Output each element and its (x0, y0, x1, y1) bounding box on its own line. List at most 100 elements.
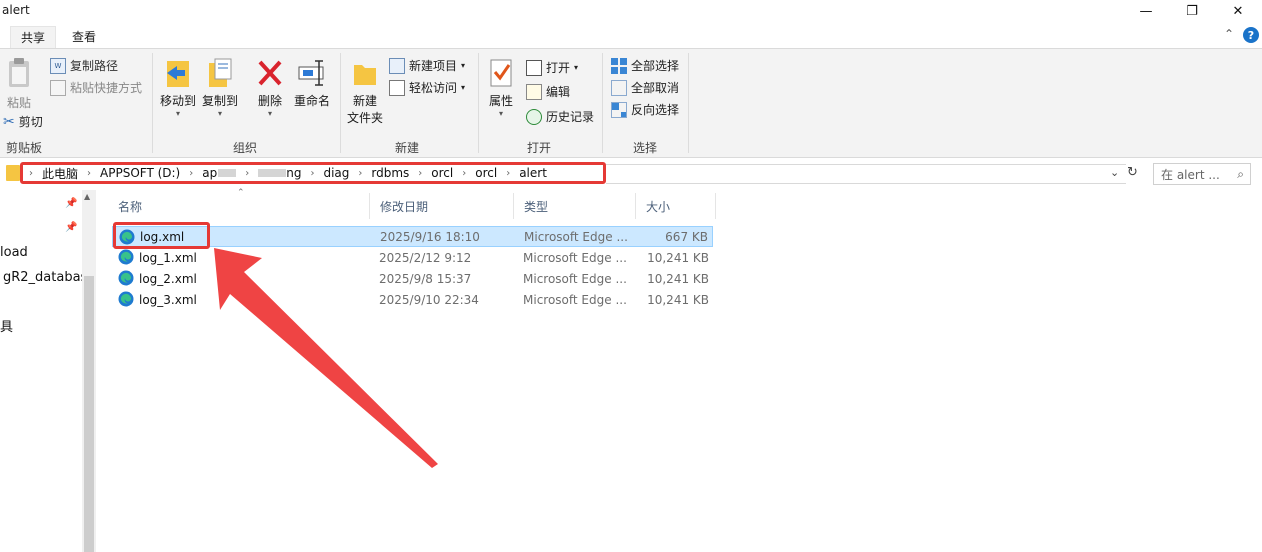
pin-icon: 📌 (65, 198, 78, 209)
search-icon[interactable]: ⌕ (1237, 167, 1244, 182)
cut-label: 剪切 (18, 115, 43, 129)
open-button[interactable]: 打开 ▾ (526, 59, 578, 76)
column-header-size[interactable]: 大小 (636, 193, 716, 219)
nav-item-database[interactable]: gR2_database (3, 270, 82, 285)
cut-button[interactable]: ✂ 剪切 (3, 113, 43, 130)
rename-button[interactable]: 重命名 (292, 57, 332, 109)
edit-button[interactable]: 编辑 (526, 83, 570, 100)
crumb-orcl-1[interactable]: orcl (431, 166, 453, 180)
select-all-button[interactable]: 全部选择 (611, 57, 679, 74)
help-icon[interactable]: ? (1243, 27, 1259, 43)
chevron-right-icon: › (358, 167, 363, 179)
new-folder-button[interactable]: 新建 文件夹 (346, 57, 384, 126)
move-to-label: 移动到 (159, 94, 196, 108)
invert-selection-button[interactable]: 反向选择 (611, 101, 679, 118)
move-to-button[interactable]: 移动到 ▾ (158, 57, 198, 118)
file-type: Microsoft Edge ... (523, 271, 627, 286)
copy-path-button[interactable]: W 复制路径 (50, 57, 118, 74)
rename-label: 重命名 (293, 94, 330, 108)
chevron-down-icon: ▾ (498, 109, 503, 118)
chevron-right-icon: › (87, 167, 92, 179)
file-size: 10,241 KB (647, 250, 709, 265)
crumb-rdbms[interactable]: rdbms (371, 166, 409, 180)
file-size: 10,241 KB (647, 271, 709, 286)
restore-button[interactable]: ❐ (1169, 0, 1215, 22)
nav-item-load[interactable]: load (0, 245, 28, 260)
copy-folder-icon (209, 58, 232, 87)
history-button[interactable]: 历史记录 (526, 108, 594, 125)
file-type: Microsoft Edge ... (523, 250, 627, 265)
nav-scroll-thumb[interactable] (84, 276, 94, 552)
window-title: alert (2, 3, 30, 17)
scroll-up-icon[interactable]: ▲ (84, 192, 90, 201)
file-size: 667 KB (665, 229, 708, 244)
edit-pencil-icon (526, 83, 542, 100)
new-folder-label-1: 新建 (352, 94, 377, 108)
group-divider (688, 53, 689, 153)
select-group-label: 选择 (633, 141, 658, 155)
column-header-date[interactable]: 修改日期 (370, 193, 514, 219)
edge-file-icon (118, 249, 134, 265)
chevron-right-icon: › (29, 167, 33, 179)
invert-selection-label: 反向选择 (631, 103, 680, 117)
address-bar[interactable]: › 此电脑 › APPSOFT (D:) › ap › ng › diag › … (20, 162, 606, 184)
search-box[interactable]: 在 alert ... ⌕ (1153, 163, 1251, 185)
group-divider (478, 53, 479, 153)
tab-share[interactable]: 共享 (10, 26, 57, 48)
properties-check-icon (490, 59, 512, 87)
paste-label: 粘贴 (6, 96, 31, 110)
group-divider (602, 53, 603, 153)
collapse-ribbon-icon[interactable]: ⌃ (1224, 27, 1234, 41)
address-bar-empty[interactable] (606, 164, 1126, 184)
chevron-down-icon: ▾ (461, 61, 466, 70)
tab-view[interactable]: 查看 (62, 26, 106, 47)
chevron-down-icon: ▾ (175, 109, 180, 118)
nav-item-tools[interactable]: 具 (0, 316, 13, 335)
crumb-orcl-2[interactable]: orcl (475, 166, 497, 180)
search-placeholder: 在 alert ... (1161, 167, 1220, 182)
chevron-right-icon: › (310, 167, 315, 179)
chevron-right-icon: › (462, 167, 467, 179)
delete-label: 删除 (257, 94, 282, 108)
easy-access-icon (389, 79, 405, 96)
minimize-button[interactable]: — (1123, 0, 1169, 22)
select-none-label: 全部取消 (631, 81, 680, 95)
crumb-alert[interactable]: alert (519, 166, 547, 180)
properties-button[interactable]: 属性 ▾ (485, 57, 517, 118)
blurred-region (218, 169, 237, 177)
edge-file-icon (118, 291, 134, 307)
file-type: Microsoft Edge ... (523, 292, 627, 307)
crumb-app[interactable]: ap (202, 166, 217, 180)
close-button[interactable]: ✕ (1215, 0, 1261, 22)
refresh-icon[interactable]: ↻ (1127, 165, 1138, 180)
file-name: log_3.xml (139, 292, 197, 307)
crumb-diag[interactable]: diag (323, 166, 349, 180)
paste-shortcut-label: 粘贴快捷方式 (70, 81, 143, 95)
copy-to-button[interactable]: 复制到 ▾ (200, 57, 240, 118)
delete-button[interactable]: 删除 ▾ (254, 57, 286, 118)
chevron-down-icon: ▾ (574, 63, 579, 72)
chevron-right-icon: › (418, 167, 423, 179)
select-none-button[interactable]: 全部取消 (611, 79, 679, 96)
move-folder-icon (167, 61, 189, 87)
easy-access-button[interactable]: 轻松访问 ▾ (389, 79, 465, 96)
paste-button[interactable]: 粘贴 (6, 57, 32, 111)
folder-icon (6, 165, 20, 181)
select-all-icon (611, 57, 627, 74)
clipboard-icon (9, 58, 29, 87)
crumb-ng[interactable]: ng (286, 166, 301, 180)
crumb-drive[interactable]: APPSOFT (D:) (100, 166, 180, 180)
paste-shortcut-button[interactable]: 粘贴快捷方式 (50, 79, 142, 96)
file-type: Microsoft Edge ... (524, 229, 628, 244)
column-header-type[interactable]: 类型 (514, 193, 636, 219)
address-dropdown-icon[interactable]: ⌄ (1110, 166, 1119, 179)
new-folder-icon (354, 65, 376, 85)
new-group-label: 新建 (395, 141, 420, 155)
new-item-button[interactable]: 新建项目 ▾ (389, 57, 465, 74)
chevron-down-icon: ▾ (217, 109, 222, 118)
column-header-name[interactable]: 名称 (108, 193, 370, 219)
select-all-label: 全部选择 (631, 59, 680, 73)
properties-label: 属性 (488, 94, 513, 108)
chevron-right-icon: › (506, 167, 511, 179)
crumb-this-pc[interactable]: 此电脑 (42, 165, 78, 182)
